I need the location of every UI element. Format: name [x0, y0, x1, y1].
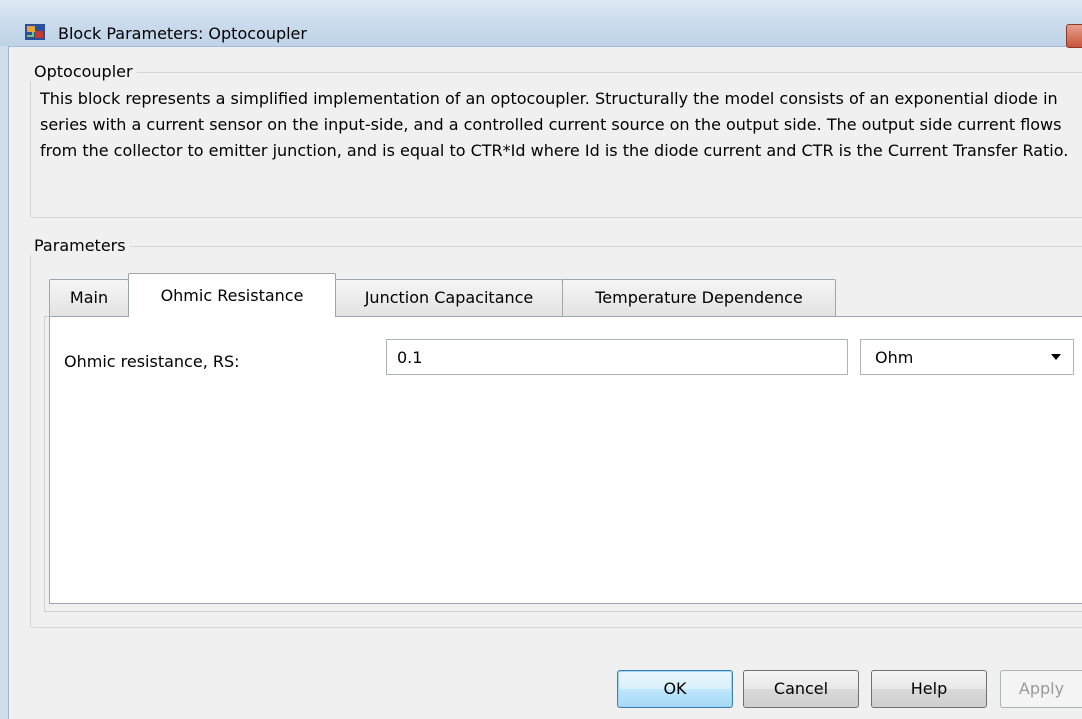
apply-button: Apply: [1000, 670, 1082, 708]
help-button[interactable]: Help: [871, 670, 987, 708]
simulink-block-icon: [25, 24, 45, 40]
block-description: This block represents a simplified imple…: [40, 89, 1069, 160]
parameters-group-label: Parameters: [30, 236, 130, 255]
ok-button[interactable]: OK: [617, 670, 733, 708]
title-bar: Block Parameters: Optocoupler: [0, 0, 1082, 48]
close-button[interactable]: [1066, 24, 1082, 48]
tab-temperature-dependence[interactable]: Temperature Dependence: [562, 279, 836, 316]
ohmic-resistance-unit-select[interactable]: Ohm: [860, 339, 1074, 375]
cancel-button[interactable]: Cancel: [743, 670, 859, 708]
chevron-down-icon[interactable]: [1051, 354, 1061, 360]
tab-main[interactable]: Main: [49, 279, 129, 316]
ohmic-resistance-input[interactable]: [386, 339, 848, 375]
description-group-label: Optocoupler: [30, 62, 137, 81]
tab-ohmic-resistance[interactable]: Ohmic Resistance: [128, 273, 336, 317]
window-border: [0, 46, 9, 719]
window-title: Block Parameters: Optocoupler: [58, 24, 307, 43]
tab-junction-capacitance[interactable]: Junction Capacitance: [335, 279, 563, 316]
unit-value: Ohm: [875, 348, 914, 367]
ohmic-resistance-label: Ohmic resistance, RS:: [64, 352, 240, 371]
